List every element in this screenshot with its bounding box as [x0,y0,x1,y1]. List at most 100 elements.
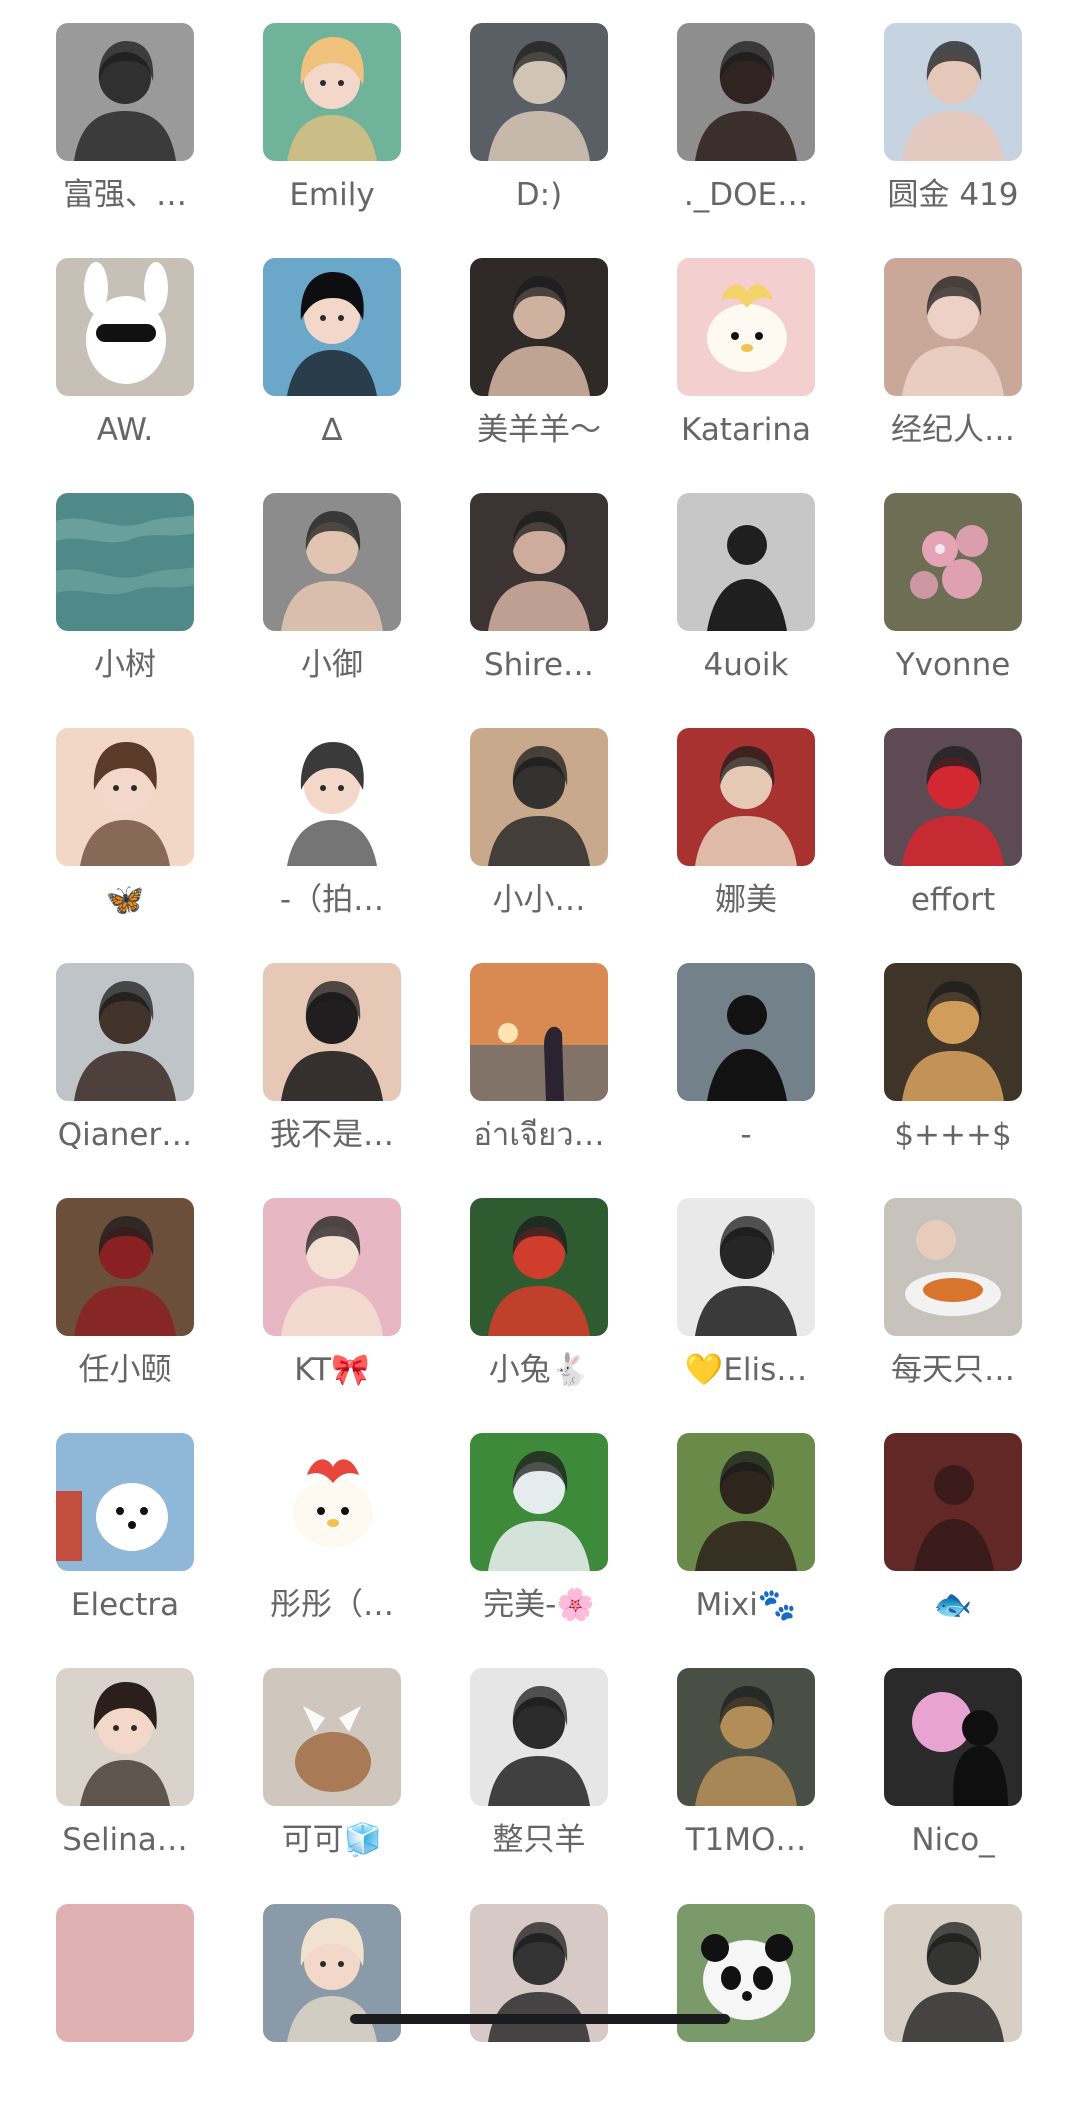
member-avatar[interactable] [677,1433,815,1571]
member-avatar[interactable] [263,23,401,161]
member-tile[interactable]: 我不是… [219,963,419,1163]
member-avatar[interactable] [56,1433,194,1571]
member-tile[interactable]: 整只羊 [426,1668,626,1868]
member-name: effort [910,882,996,918]
member-avatar[interactable] [470,728,608,866]
member-tile[interactable]: 🦋 [12,728,212,928]
member-tile[interactable]: 完美-🌸 [426,1433,626,1633]
member-tile[interactable]: D:) [426,23,626,223]
member-avatar[interactable] [884,493,1022,631]
member-avatar[interactable] [470,963,608,1101]
member-tile[interactable] [840,1904,1040,2104]
member-name: T1MO… [685,1822,807,1858]
member-avatar[interactable] [884,963,1022,1101]
member-tile[interactable]: - [633,963,833,1163]
member-avatar[interactable] [470,1198,608,1336]
member-tile[interactable]: Mixi🐾 [633,1433,833,1633]
member-tile[interactable]: 4uoik [633,493,833,693]
member-avatar[interactable] [677,258,815,396]
member-tile[interactable]: 彤彤（… [219,1433,419,1633]
member-avatar[interactable] [56,963,194,1101]
member-avatar[interactable] [263,728,401,866]
member-tile[interactable]: Nico_ [840,1668,1040,1868]
member-avatar[interactable] [884,1198,1022,1336]
member-tile[interactable]: Yvonne [840,493,1040,693]
member-tile[interactable]: 小兔🐇 [426,1198,626,1398]
member-name: Shire… [483,647,595,683]
member-name: 富强、… [63,177,187,213]
member-tile[interactable]: 美羊羊～ [426,258,626,458]
member-avatar[interactable] [470,1668,608,1806]
member-name: Emily [289,177,375,213]
member-tile[interactable]: 🐟 [840,1433,1040,1633]
member-avatar[interactable] [470,23,608,161]
member-avatar[interactable] [470,1433,608,1571]
member-tile[interactable]: KT🎀 [219,1198,419,1398]
member-avatar[interactable] [56,1668,194,1806]
member-avatar[interactable] [884,1668,1022,1806]
member-name: 娜美 [715,882,777,918]
member-tile[interactable]: อ่าเจียว… [426,963,626,1163]
member-avatar[interactable] [884,728,1022,866]
member-tile[interactable]: AW. [12,258,212,458]
member-tile[interactable]: Selina… [12,1668,212,1868]
member-tile[interactable]: 娜美 [633,728,833,928]
member-tile[interactable] [426,1904,626,2104]
member-tile[interactable]: 小树 [12,493,212,693]
member-avatar[interactable] [884,258,1022,396]
member-avatar[interactable] [677,728,815,866]
member-tile[interactable]: T1MO… [633,1668,833,1868]
member-tile[interactable]: Electra [12,1433,212,1633]
member-avatar[interactable] [263,1198,401,1336]
member-name: 小兔🐇 [488,1352,590,1388]
member-avatar[interactable] [884,1904,1022,2042]
member-avatar[interactable] [56,258,194,396]
member-tile[interactable] [12,1904,212,2104]
member-tile[interactable] [219,1904,419,2104]
member-avatar[interactable] [56,1198,194,1336]
member-tile[interactable]: 💛Elis… [633,1198,833,1398]
member-tile[interactable]: Qianer… [12,963,212,1163]
member-avatar[interactable] [263,1433,401,1571]
member-tile[interactable]: Katarina [633,258,833,458]
member-tile[interactable]: -（拍… [219,728,419,928]
member-avatar[interactable] [470,258,608,396]
member-name: 完美-🌸 [483,1587,595,1623]
member-avatar[interactable] [677,1668,815,1806]
member-avatar[interactable] [56,1904,194,2042]
member-tile[interactable]: Emily [219,23,419,223]
member-tile[interactable]: effort [840,728,1040,928]
member-tile[interactable]: 任小颐 [12,1198,212,1398]
member-avatar[interactable] [677,493,815,631]
member-avatar[interactable] [677,963,815,1101]
member-tile[interactable]: 富强、… [12,23,212,223]
member-tile[interactable]: 可可🧊 [219,1668,419,1868]
member-tile[interactable]: 圆金 419 [840,23,1040,223]
member-tile[interactable]: $+++$ [840,963,1040,1163]
member-avatar[interactable] [263,963,401,1101]
member-avatar[interactable] [56,728,194,866]
member-avatar[interactable] [263,258,401,396]
member-avatar[interactable] [677,1198,815,1336]
member-avatar[interactable] [470,493,608,631]
member-tile[interactable]: 小御 [219,493,419,693]
member-avatar[interactable] [884,1433,1022,1571]
member-avatar[interactable] [677,23,815,161]
member-avatar[interactable] [56,23,194,161]
member-avatar[interactable] [884,23,1022,161]
member-name: 我不是… [270,1117,394,1153]
member-avatar[interactable] [56,493,194,631]
member-tile[interactable]: 小小… [426,728,626,928]
member-tile[interactable]: 每天只… [840,1198,1040,1398]
member-name: 🐟 [933,1587,973,1623]
member-name: 美羊羊～ [477,412,601,448]
home-indicator[interactable] [350,2014,730,2024]
member-tile[interactable]: ._DOE… [633,23,833,223]
member-tile[interactable] [633,1904,833,2104]
member-avatar[interactable] [263,493,401,631]
member-tile[interactable]: Shire… [426,493,626,693]
member-name: Qianer… [57,1117,193,1153]
member-tile[interactable]: 经纪人… [840,258,1040,458]
member-tile[interactable]: ∆ [219,258,419,458]
member-avatar[interactable] [263,1668,401,1806]
